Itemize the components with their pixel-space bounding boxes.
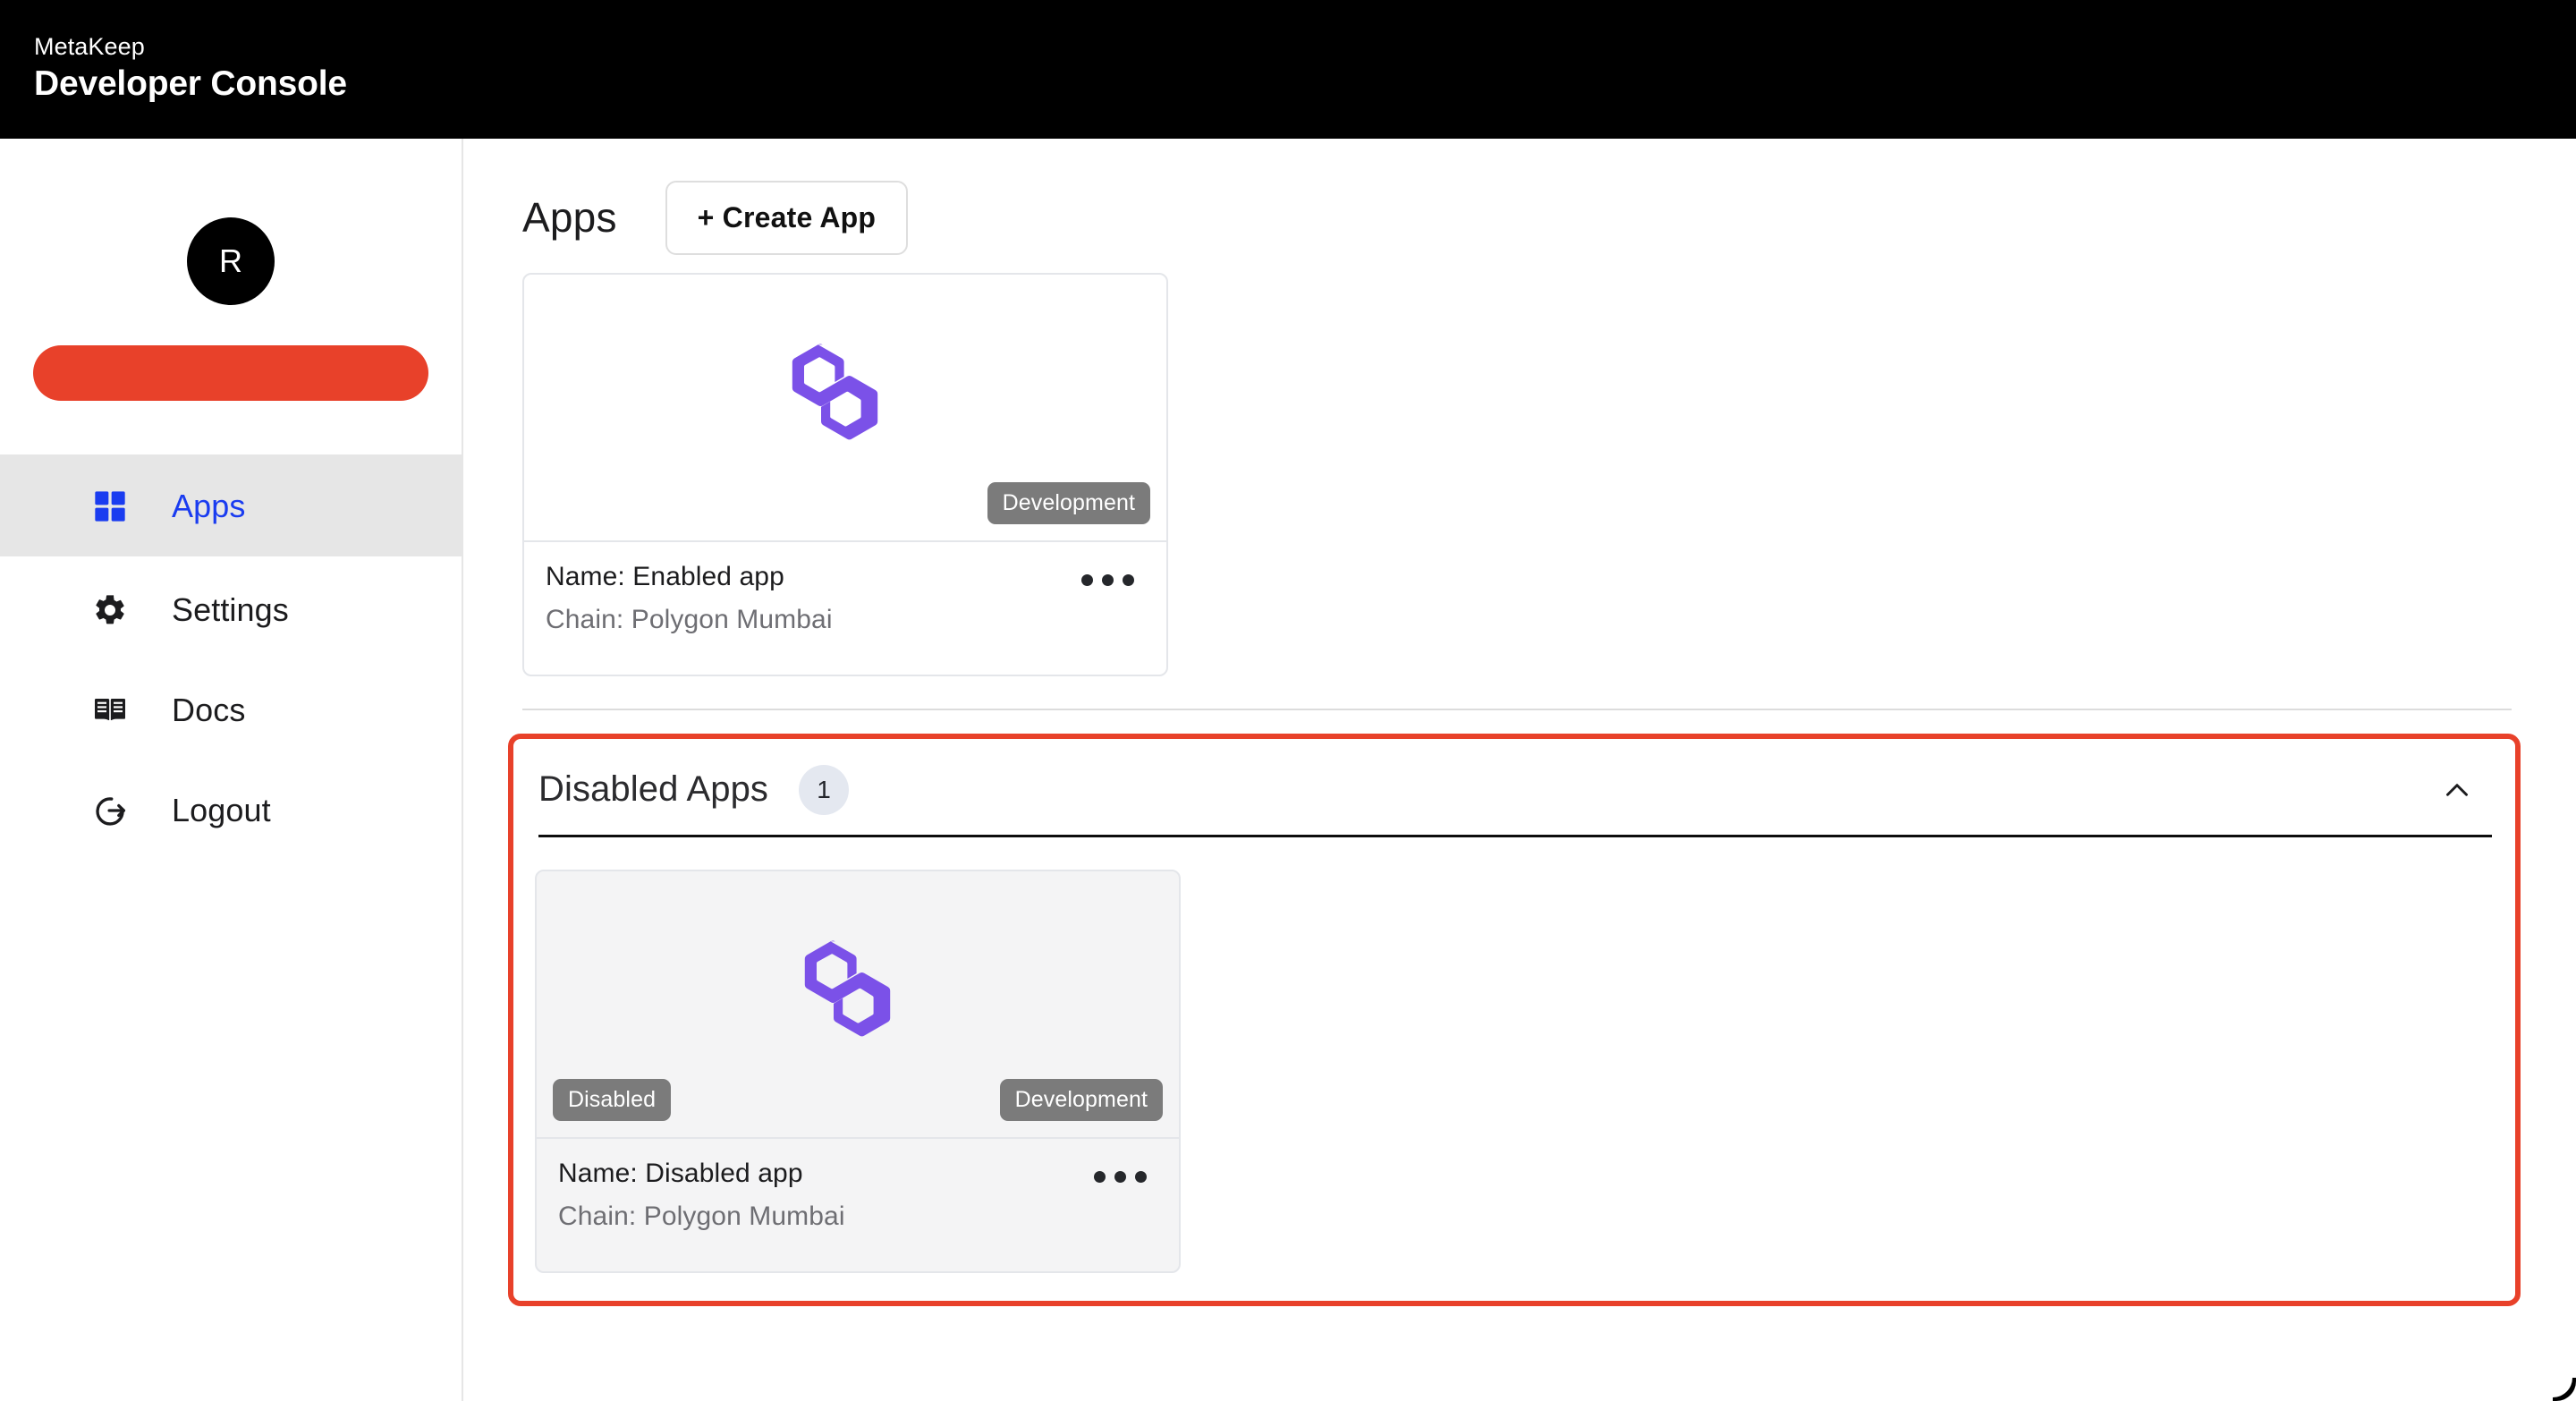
sidebar-item-logout[interactable]: Logout [0,760,462,861]
main-content: Apps + Create App Development Name: Enab… [465,139,2576,1401]
create-app-button[interactable]: + Create App [665,180,909,255]
polygon-logo-icon [788,342,902,450]
content-divider [522,709,2512,710]
sidebar-item-settings[interactable]: Settings [0,560,462,660]
app-header: MetaKeep Developer Console [0,0,2576,139]
app-card[interactable]: Disabled Development Name: Disabled app … [535,870,1181,1273]
brand-name: MetaKeep [34,33,145,60]
avatar[interactable]: R [187,217,275,305]
status-badge-disabled: Disabled [553,1079,672,1121]
book-icon [89,690,131,731]
sidebar-item-label-docs: Docs [172,692,246,728]
apps-header: Apps + Create App [504,174,2529,260]
disabled-apps-grid: Disabled Development Name: Disabled app … [513,837,2515,1273]
disabled-apps-accordion-header[interactable]: Disabled Apps 1 [538,744,2492,837]
page-product-title: Developer Console [34,64,347,103]
app-chain: Chain: Polygon Mumbai [558,1201,845,1231]
app-card-media: Development [524,275,1166,540]
redacted-account-bar [33,345,428,401]
app-card-footer: Name: Enabled app Chain: Polygon Mumbai [524,540,1166,675]
app-name: Name: Disabled app [558,1159,803,1188]
logout-icon [89,790,131,831]
enabled-apps-grid: Development Name: Enabled app Chain: Pol… [504,260,2529,676]
sidebar: R Apps Settings Docs Logout [0,139,463,1401]
app-card-media: Disabled Development [537,871,1179,1137]
sidebar-item-docs[interactable]: Docs [0,660,462,760]
status-badge-environment: Development [999,1079,1163,1121]
app-card[interactable]: Development Name: Enabled app Chain: Pol… [522,273,1168,676]
gear-icon [89,590,131,631]
sidebar-item-label-logout: Logout [172,792,271,828]
sidebar-item-apps[interactable]: Apps [0,456,462,556]
developer-console-window: MetaKeep Developer Console R Apps Settin… [0,0,2576,1401]
polygon-logo-icon [801,938,915,1047]
kebab-menu-icon[interactable] [1089,1166,1152,1188]
disabled-apps-count-badge: 1 [799,764,850,815]
app-name: Name: Enabled app [546,562,784,591]
kebab-menu-icon[interactable] [1076,569,1140,591]
chevron-up-icon[interactable] [2429,762,2485,818]
sidebar-item-label-settings: Settings [172,591,289,628]
grid-icon [89,486,131,527]
page-title: Apps [522,194,617,241]
app-chain: Chain: Polygon Mumbai [546,605,833,634]
sidebar-nav: Apps Settings Docs Logout [0,456,462,861]
avatar-container: R [0,139,462,305]
disabled-apps-title: Disabled Apps [538,769,769,809]
status-badge-environment: Development [987,482,1150,524]
disabled-apps-section: Disabled Apps 1 Disabled Development Nam… [508,734,2521,1306]
sidebar-item-label-apps: Apps [172,488,246,524]
app-card-footer: Name: Disabled app Chain: Polygon Mumbai [537,1137,1179,1271]
